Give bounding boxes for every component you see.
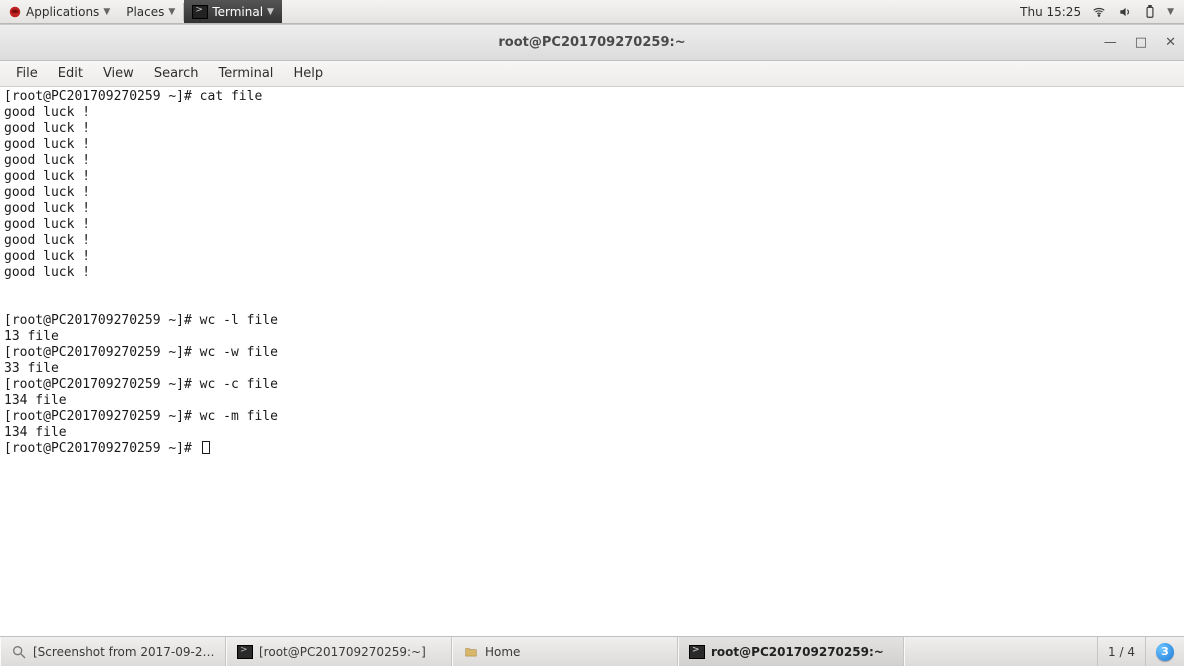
task-label: root@PC201709270259:~ [711,645,884,659]
chevron-down-icon: ▼ [103,7,110,17]
menu-help[interactable]: Help [283,61,333,86]
menu-view-label: View [103,66,134,81]
app-indicator-label: Terminal [212,5,263,19]
terminal-icon [237,645,253,659]
task-label: [root@PC201709270259:~] [259,645,426,659]
menu-file[interactable]: File [6,61,48,86]
task-terminal-1[interactable]: [root@PC201709270259:~] [226,637,452,666]
task-terminal-active[interactable]: root@PC201709270259:~ [678,637,904,666]
app-indicator-terminal[interactable]: Terminal ▼ [184,0,282,23]
workspace-text: 1 / 4 [1108,645,1135,659]
menu-terminal-label: Terminal [218,66,273,81]
menu-view[interactable]: View [93,61,144,86]
menu-terminal[interactable]: Terminal [208,61,283,86]
window-title: root@PC201709270259:~ [498,35,685,50]
window-controls: — □ ✕ [1104,25,1176,60]
folder-icon [463,645,479,659]
menu-search[interactable]: Search [144,61,209,86]
terminal-icon [192,5,208,19]
menu-edit[interactable]: Edit [48,61,93,86]
task-screenshot[interactable]: [Screenshot from 2017-09-26 1... [0,637,226,666]
titlebar[interactable]: root@PC201709270259:~ — □ ✕ [0,25,1184,61]
terminal-icon [689,645,705,659]
menubar: File Edit View Search Terminal Help [0,61,1184,87]
close-button[interactable]: ✕ [1165,35,1176,50]
menu-edit-label: Edit [58,66,83,81]
chevron-down-icon[interactable]: ▼ [1167,7,1174,17]
places-menu[interactable]: Places ▼ [118,0,183,23]
workspace-indicator[interactable]: 1 / 4 [1097,637,1145,666]
clock[interactable]: Thu 15:25 [1020,5,1081,19]
wifi-icon[interactable] [1091,5,1107,19]
chevron-down-icon: ▼ [267,7,274,17]
task-home[interactable]: Home [452,637,678,666]
terminal-body[interactable]: [root@PC201709270259 ~]# cat file good l… [0,87,1184,636]
task-label: Home [485,645,520,659]
bottom-taskbar: [Screenshot from 2017-09-26 1... [root@P… [0,636,1184,666]
spacer [904,637,1097,666]
top-panel: Applications ▼ Places ▼ Terminal ▼ Thu 1… [0,0,1184,24]
system-tray: Thu 15:25 ▼ [1020,4,1184,20]
menu-file-label: File [16,66,38,81]
task-label: [Screenshot from 2017-09-26 1... [33,645,215,659]
applications-menu[interactable]: Applications ▼ [0,0,118,23]
magnifier-icon [11,645,27,659]
battery-icon[interactable] [1143,4,1157,20]
volume-icon[interactable] [1117,5,1133,19]
terminal-window: root@PC201709270259:~ — □ ✕ File Edit Vi… [0,24,1184,636]
redhat-icon [8,5,22,19]
notification-badge: 3 [1156,643,1174,661]
notification-badge-area[interactable]: 3 [1145,637,1184,666]
maximize-button[interactable]: □ [1135,35,1147,50]
minimize-button[interactable]: — [1104,35,1117,50]
cursor [202,441,210,454]
places-label: Places [126,5,164,19]
menu-search-label: Search [154,66,199,81]
chevron-down-icon: ▼ [168,7,175,17]
menu-help-label: Help [293,66,323,81]
applications-label: Applications [26,5,99,19]
